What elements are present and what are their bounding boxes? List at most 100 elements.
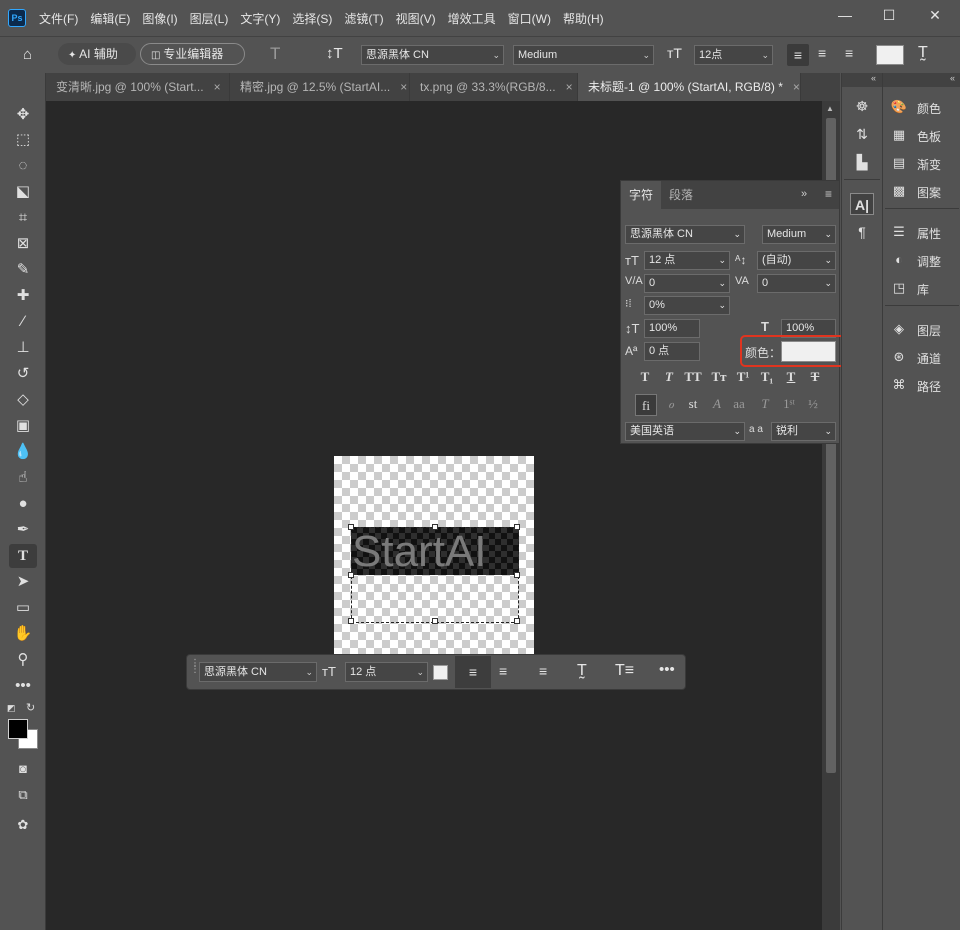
char-antialias-select[interactable]: 锐利 ⌄ xyxy=(771,422,836,441)
char-vscale-input[interactable]: 100% xyxy=(644,319,700,338)
frame-tool-icon[interactable]: ⊠ xyxy=(9,232,37,256)
plugins-panel-icon[interactable]: ▙ xyxy=(850,151,874,173)
old-style-icon[interactable]: ℴ xyxy=(661,394,681,414)
dock-item-layers[interactable]: ◈ 图层 xyxy=(889,318,941,342)
char-font-family-select[interactable]: 思源黑体 CN ⌄ xyxy=(625,225,745,244)
lasso-tool-icon[interactable]: ◌ xyxy=(9,154,37,178)
discretionary-ligatures-icon[interactable]: st xyxy=(683,394,703,414)
character-panel-icon[interactable]: A| xyxy=(850,193,874,215)
faux-italic-icon[interactable]: T xyxy=(659,367,679,387)
dock-item-channels[interactable]: ⊛ 通道 xyxy=(889,346,941,370)
strikethrough-icon[interactable]: T xyxy=(805,367,825,387)
smudge-tool-icon[interactable]: ☝ xyxy=(9,466,37,490)
menu-window[interactable]: 窗口(W) xyxy=(508,10,551,27)
ligatures-icon[interactable]: fi xyxy=(635,394,657,416)
dodge-tool-icon[interactable]: ● xyxy=(9,492,37,516)
char-leading-select[interactable]: (自动) ⌄ xyxy=(757,251,836,270)
close-tab-icon[interactable]: × xyxy=(566,80,573,94)
collapse-dock-icon[interactable]: « xyxy=(883,73,960,87)
menu-select[interactable]: 选择(S) xyxy=(292,10,332,27)
paragraph-panel-icon[interactable]: ¶ xyxy=(850,221,874,243)
ctx-font-family-select[interactable]: 思源黑体 CN ⌄ xyxy=(199,662,317,682)
char-font-style-select[interactable]: Medium ⌄ xyxy=(762,225,836,244)
minimize-icon[interactable]: — xyxy=(830,4,860,26)
tab-document-3[interactable]: tx.png @ 33.3%(RGB/8... × xyxy=(410,73,578,101)
quick-mask-icon[interactable]: ◙ xyxy=(9,757,37,781)
text-properties-icon[interactable]: T≡ xyxy=(615,662,634,680)
char-tsume-select[interactable]: 0% ⌄ xyxy=(644,296,730,315)
stamp-tool-icon[interactable]: ⊥ xyxy=(9,336,37,360)
brush-tool-icon[interactable]: ∕ xyxy=(9,310,37,334)
dock-item-swatches[interactable]: ▦ 色板 xyxy=(889,124,941,148)
tab-document-2[interactable]: 精密.jpg @ 12.5% (StartAI... × xyxy=(230,73,410,101)
tab-character[interactable]: 字符 xyxy=(621,181,661,209)
marquee-tool-icon[interactable]: ⬚ xyxy=(9,128,37,152)
dock-item-adjustments[interactable]: ◐ 调整 xyxy=(889,249,941,273)
menu-layer[interactable]: 图层(L) xyxy=(190,10,229,27)
align-left-icon[interactable]: ≡ xyxy=(455,656,491,688)
warp-text-icon[interactable]: T̰ xyxy=(918,44,928,62)
pen-tool-icon[interactable]: ✒ xyxy=(9,518,37,542)
dock-item-patterns[interactable]: ▩ 图案 xyxy=(889,180,941,204)
menu-edit[interactable]: 编辑(E) xyxy=(90,10,130,27)
transform-handle[interactable] xyxy=(514,572,520,578)
rectangle-tool-icon[interactable]: ▭ xyxy=(9,596,37,620)
font-style-select[interactable]: Medium ⌄ xyxy=(513,45,654,65)
object-select-tool-icon[interactable]: ⬕ xyxy=(9,180,37,204)
panel-menu-icon[interactable]: ≡ xyxy=(825,187,832,201)
menu-filter[interactable]: 滤镜(T) xyxy=(344,10,383,27)
close-icon[interactable]: ✕ xyxy=(920,4,950,26)
history-brush-icon[interactable]: ↺ xyxy=(9,362,37,386)
collapse-panel-icon[interactable]: » xyxy=(801,188,807,200)
transform-handle[interactable] xyxy=(514,618,520,624)
subscript-icon[interactable]: T₁ xyxy=(757,367,777,387)
more-options-icon[interactable]: ••• xyxy=(659,661,675,678)
maximize-icon[interactable]: ☐ xyxy=(874,4,904,26)
actions-panel-icon[interactable]: ⇅ xyxy=(850,123,874,145)
dock-item-properties[interactable]: ☰ 属性 xyxy=(889,221,941,245)
default-colors-icon[interactable]: ◩ xyxy=(7,703,16,714)
eraser-tool-icon[interactable]: ◇ xyxy=(9,388,37,412)
all-caps-icon[interactable]: TT xyxy=(683,367,703,387)
dock-item-gradients[interactable]: ▤ 渐变 xyxy=(889,152,941,176)
dock-item-libraries[interactable]: ◳ 库 xyxy=(889,277,929,301)
char-kerning-select[interactable]: 0 ⌄ xyxy=(644,274,730,293)
more-tools-icon[interactable]: ••• xyxy=(9,674,37,698)
menu-help[interactable]: 帮助(H) xyxy=(563,10,604,27)
ctx-font-size-select[interactable]: 12 点 ⌄ xyxy=(345,662,428,682)
pro-editor-button[interactable]: ◫ 专业编辑器 xyxy=(140,43,245,65)
tab-document-active[interactable]: 未标题-1 @ 100% (StartAI, RGB/8) * × xyxy=(578,73,801,101)
move-tool-icon[interactable]: ✥ xyxy=(9,103,37,127)
transform-handle[interactable] xyxy=(348,618,354,624)
swash-icon[interactable]: A xyxy=(707,394,727,414)
menu-image[interactable]: 图像(I) xyxy=(142,10,177,27)
small-caps-icon[interactable]: Tт xyxy=(709,367,729,387)
ctx-color-swatch[interactable] xyxy=(433,665,448,680)
gradient-tool-icon[interactable]: ▣ xyxy=(9,414,37,438)
type-tool-icon[interactable]: T xyxy=(9,544,37,568)
history-panel-icon[interactable]: ☸ xyxy=(850,95,874,117)
startai-plugin-icon[interactable]: ✿ xyxy=(9,813,37,837)
char-language-select[interactable]: 美国英语 ⌄ xyxy=(625,422,745,441)
font-size-select[interactable]: 12点 ⌄ xyxy=(694,45,773,65)
titling-alternates-icon[interactable]: T xyxy=(755,394,775,414)
char-font-size-select[interactable]: 12 点 ⌄ xyxy=(644,251,730,270)
transform-handle[interactable] xyxy=(432,618,438,624)
align-right-icon[interactable]: ≡ xyxy=(539,663,547,679)
close-tab-icon[interactable]: × xyxy=(793,80,800,94)
transform-handle[interactable] xyxy=(348,524,354,530)
tab-paragraph[interactable]: 段落 xyxy=(669,181,693,209)
hand-tool-icon[interactable]: ✋ xyxy=(9,622,37,646)
eyedropper-tool-icon[interactable]: ✎ xyxy=(9,258,37,282)
transform-handle[interactable] xyxy=(348,572,354,578)
char-tracking-select[interactable]: 0 ⌄ xyxy=(757,274,836,293)
warp-text-icon[interactable]: T̰ xyxy=(577,662,587,680)
menu-plugins[interactable]: 增效工具 xyxy=(448,10,496,27)
foreground-color-swatch[interactable] xyxy=(8,719,28,739)
zoom-tool-icon[interactable]: ⚲ xyxy=(9,648,37,672)
type-tool-preset-icon[interactable]: T xyxy=(270,44,280,64)
screen-mode-icon[interactable]: ⧉ xyxy=(9,783,37,807)
scroll-up-icon[interactable]: ▲ xyxy=(826,104,834,113)
fractions-icon[interactable]: ½ xyxy=(803,394,823,414)
superscript-icon[interactable]: T¹ xyxy=(733,367,753,387)
